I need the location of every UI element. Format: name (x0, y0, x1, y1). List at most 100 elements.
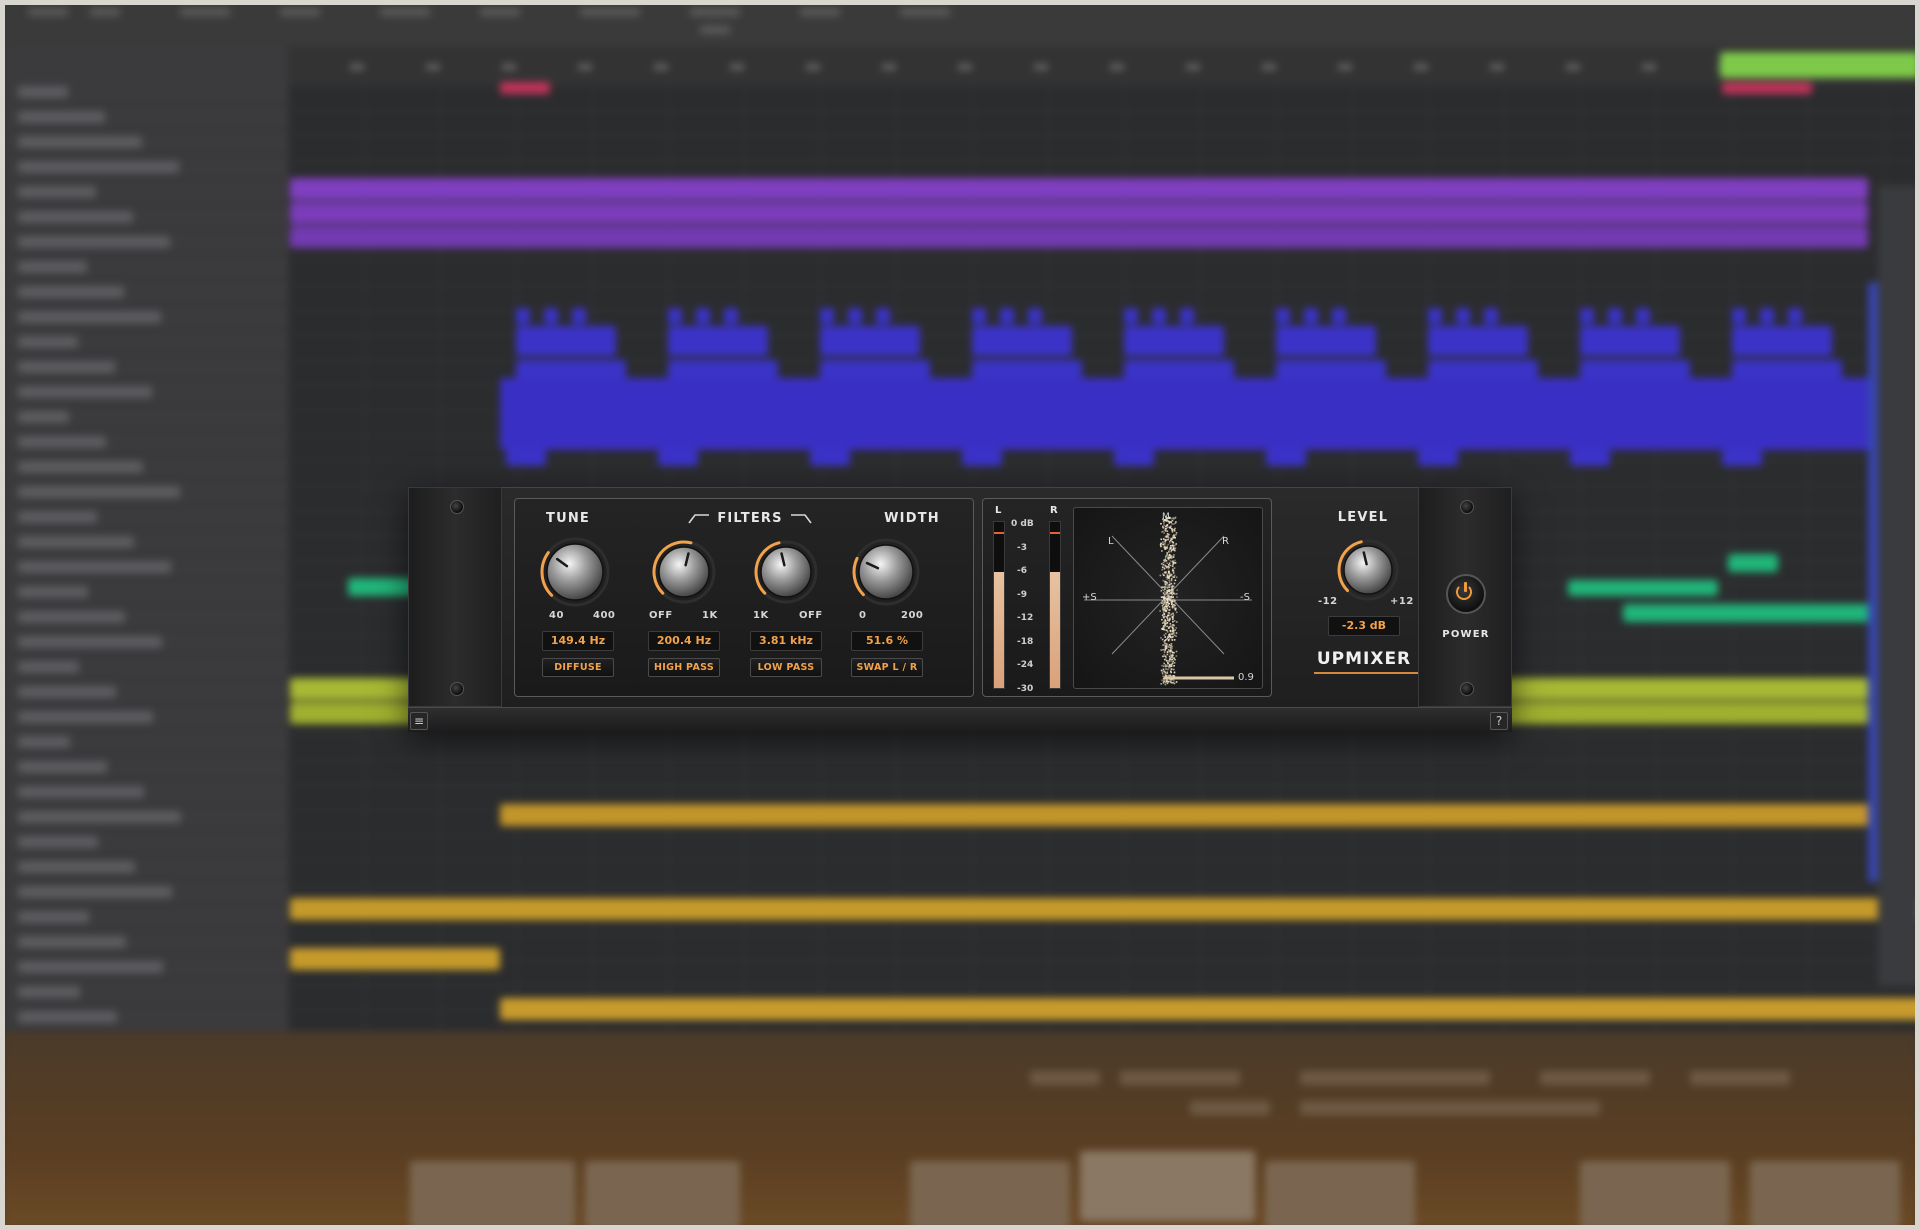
low-pass-min-label: 1K (753, 610, 769, 621)
filters-label: FILTERS (647, 511, 853, 526)
daw-midi-clip (1580, 308, 1594, 324)
width-readout[interactable]: 51.6 % (851, 631, 923, 651)
vectorscope-graph (1084, 516, 1252, 686)
daw-ruler-tick (654, 64, 668, 70)
high-pass-button[interactable]: HIGH PASS (648, 658, 720, 677)
daw-midi-clip (1304, 308, 1318, 324)
daw-track-divider (0, 454, 288, 455)
daw-midi-clip (1484, 308, 1498, 324)
daw-track-divider (0, 804, 288, 805)
daw-ruler-tick (1338, 64, 1352, 70)
daw-midi-clip (1276, 326, 1376, 356)
daw-track-row (18, 861, 135, 873)
daw-track-divider (0, 129, 288, 130)
daw-midi-clip (1124, 308, 1138, 324)
upmixer-plugin-window: TUNE FILTERS WIDTH 40 400 OFF 1K 1K OFF … (408, 487, 1512, 732)
level-readout[interactable]: -2.3 dB (1328, 616, 1400, 636)
daw-track-divider (0, 1029, 288, 1030)
daw-midi-clip (1456, 308, 1470, 324)
daw-track-divider (0, 879, 288, 880)
db-tick-label: -6 (1017, 566, 1027, 576)
daw-track-divider (0, 679, 288, 680)
daw-track-divider (0, 1004, 288, 1005)
meter-left (993, 521, 1005, 689)
daw-track-divider (0, 179, 288, 180)
daw-ruler-tick (578, 64, 592, 70)
daw-track-row (18, 586, 88, 598)
width-max-label: 200 (901, 610, 924, 621)
daw-track-row (18, 361, 115, 373)
daw-track-row (18, 211, 133, 223)
daw-ruler-tick (350, 64, 364, 70)
diffuse-button[interactable]: DIFFUSE (542, 658, 614, 677)
daw-midi-clip (1124, 326, 1224, 356)
daw-midi-clip (724, 308, 738, 324)
swap-lr-button[interactable]: SWAP L / R (851, 658, 923, 677)
daw-track-row (18, 286, 124, 298)
daw-ruler-tick (1262, 64, 1276, 70)
tune-max-label: 400 (593, 610, 616, 621)
daw-ruler-tick (1110, 64, 1124, 70)
daw-track-row (18, 936, 126, 948)
db-tick-label: -18 (1017, 636, 1034, 647)
width-knob[interactable] (851, 537, 921, 607)
daw-track-divider (0, 604, 288, 605)
correlation-value: 0.9 (1238, 672, 1254, 683)
daw-midi-clip (1152, 308, 1166, 324)
daw-ruler-tick (1034, 64, 1048, 70)
daw-midi-clip (820, 326, 920, 356)
high-pass-knob[interactable] (651, 539, 717, 605)
daw-track-divider (0, 104, 288, 105)
hamburger-icon[interactable]: ≡ (410, 712, 428, 730)
daw-track-row (18, 311, 161, 323)
daw-ruler-tick (1566, 64, 1580, 70)
high-pass-readout[interactable]: 200.4 Hz (648, 631, 720, 651)
daw-midi-clip (506, 450, 546, 466)
low-pass-knob[interactable] (753, 539, 819, 605)
daw-track-divider (0, 479, 288, 480)
scope-minus-s-label: -S (1240, 592, 1250, 603)
daw-track-divider (0, 229, 288, 230)
help-button[interactable]: ? (1490, 712, 1508, 730)
daw-menubar (0, 0, 1920, 64)
daw-track-row (18, 186, 96, 198)
daw-ruler-tick (426, 64, 440, 70)
daw-midi-clip (572, 308, 586, 324)
daw-track-row (18, 711, 153, 723)
rack-ear-right: POWER (1418, 487, 1512, 707)
daw-track-row (18, 136, 142, 148)
daw-midi-clip (1732, 308, 1746, 324)
daw-midi-clip (1732, 326, 1832, 356)
daw-ruler-tick (1490, 64, 1504, 70)
daw-track-row (18, 786, 144, 798)
daw-midi-clip (848, 308, 862, 324)
meter-right-fill (1050, 571, 1060, 688)
daw-track-row (18, 611, 125, 623)
db-tick-label: 0 dB (1011, 519, 1034, 529)
tune-readout[interactable]: 149.4 Hz (542, 631, 614, 651)
daw-track-divider (0, 579, 288, 580)
daw-midi-clip (1580, 326, 1680, 356)
daw-track-row (18, 336, 78, 348)
daw-ruler-tick (502, 64, 516, 70)
daw-track-divider (0, 254, 288, 255)
daw-track-row (18, 986, 80, 998)
daw-track-divider (0, 429, 288, 430)
db-tick-label: -24 (1017, 660, 1034, 670)
low-pass-button[interactable]: LOW PASS (750, 658, 822, 677)
daw-track-divider (0, 929, 288, 930)
daw-track-divider (0, 654, 288, 655)
db-tick-label: -12 (1017, 613, 1034, 623)
daw-track-row (18, 961, 163, 973)
controls-section: TUNE FILTERS WIDTH 40 400 OFF 1K 1K OFF … (514, 498, 974, 697)
daw-track-row (18, 486, 180, 498)
power-button[interactable] (1446, 574, 1486, 614)
low-pass-readout[interactable]: 3.81 kHz (750, 631, 822, 651)
daw-midi-clip (544, 308, 558, 324)
daw-track-row (18, 461, 143, 473)
daw-midi-clip (1276, 308, 1290, 324)
width-min-label: 0 (859, 610, 867, 621)
tune-knob[interactable] (539, 536, 611, 608)
level-knob[interactable] (1336, 538, 1400, 602)
daw-track-divider (0, 779, 288, 780)
